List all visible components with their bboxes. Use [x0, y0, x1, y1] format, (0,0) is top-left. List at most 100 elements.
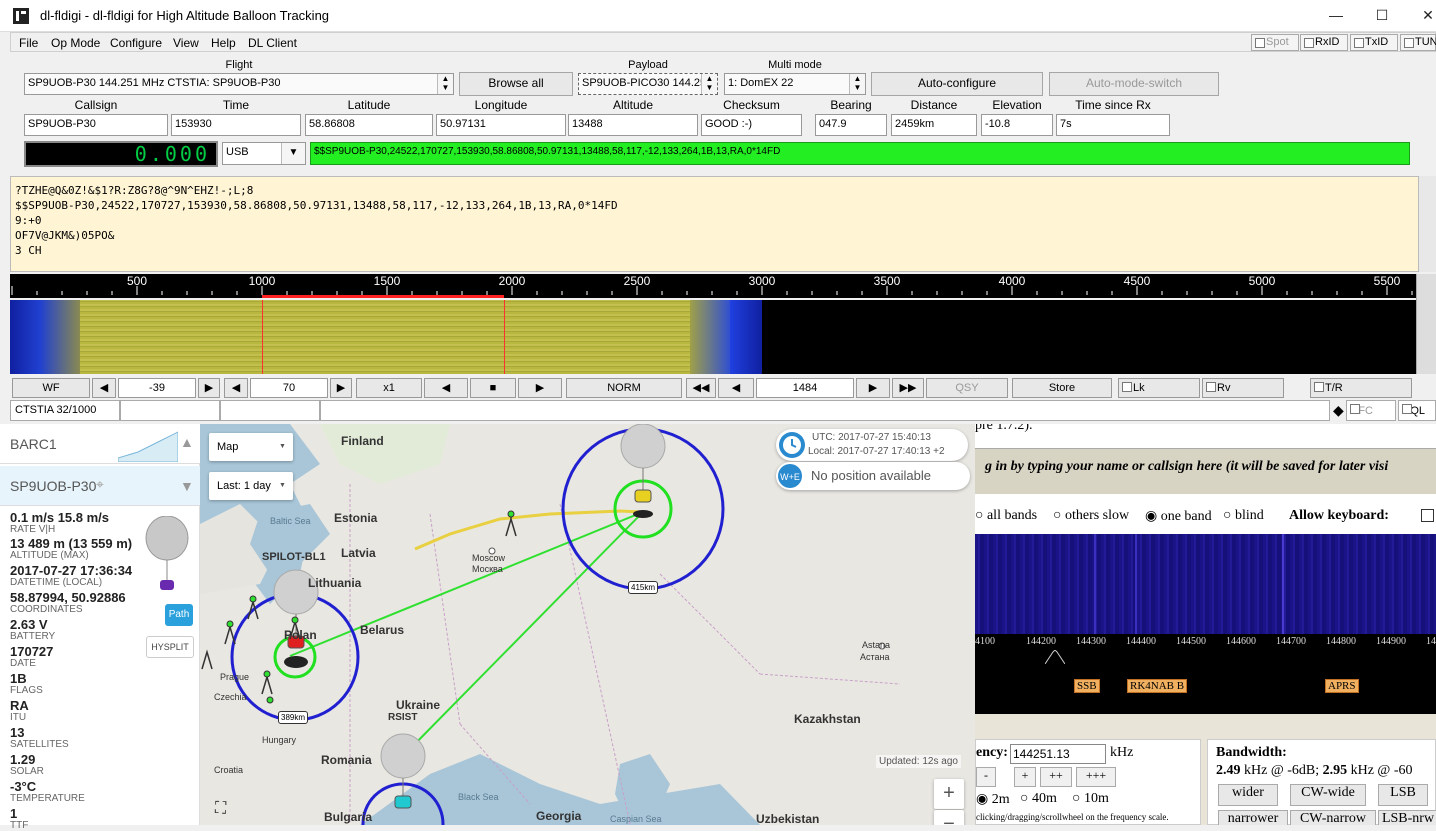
ampl-span-field[interactable]: 70	[250, 378, 328, 398]
tr-toggle[interactable]: T/R	[1310, 378, 1412, 398]
rxid-toggle[interactable]: RxID	[1300, 34, 1348, 51]
band-2m[interactable]: ◉ 2m	[976, 791, 1010, 808]
afc-toggle[interactable]: AFC	[1346, 400, 1396, 421]
wf-mode-button[interactable]: WF	[12, 378, 90, 398]
longitude-field[interactable]: 50.97131	[436, 114, 566, 136]
frequency-scale[interactable]: 500 1000 1500 2000 2500 3000 3500 4000 4500 5000 5…	[10, 274, 1416, 298]
spot-toggle[interactable]: Spot	[1251, 34, 1299, 51]
carrier-down-button[interactable]: ◀	[718, 378, 754, 398]
menu-file[interactable]: File	[19, 36, 38, 50]
callsign-field[interactable]: SP9UOB-P30	[24, 114, 168, 136]
bearing-field[interactable]: 047.9	[815, 114, 887, 136]
wf-speed-button[interactable]: NORM	[566, 378, 682, 398]
flight-select[interactable]: SP9UOB-P30 144.251 MHz CTSTIA: SP9UOB-P3…	[24, 73, 454, 95]
ampl-down-button[interactable]: ◀	[224, 378, 248, 398]
opt-all-bands[interactable]: ○ all bands	[975, 508, 1037, 524]
reverse-toggle[interactable]: Rv	[1202, 378, 1284, 398]
mode-select[interactable]: USB ▼	[222, 142, 306, 165]
opt-others-slow[interactable]: ○ others slow	[1053, 508, 1129, 524]
vehicle-item-barc1[interactable]: BARC1 ▲	[0, 424, 200, 464]
zoom-button[interactable]: x1	[356, 378, 422, 398]
fast-right-button[interactable]: ▶▶	[892, 378, 924, 398]
wf-side-scrollbar[interactable]	[1416, 274, 1436, 374]
map-label-latvia: Latvia	[341, 546, 376, 560]
cw-wide-button[interactable]: CW-wide	[1290, 784, 1366, 806]
narrower-button[interactable]: narrower	[1218, 810, 1288, 825]
waterfall[interactable]	[10, 300, 1416, 374]
band-40m[interactable]: ○ 40m	[1020, 791, 1057, 807]
fast-left-button[interactable]: ◀◀	[686, 378, 716, 398]
step-plusplus-button[interactable]: ++	[1040, 767, 1072, 787]
checksum-field[interactable]: GOOD :-)	[701, 114, 802, 136]
slower-button[interactable]: ◀	[424, 378, 468, 398]
latitude-field[interactable]: 58.86808	[305, 114, 433, 136]
map-type-select[interactable]: Map ▼	[209, 433, 293, 461]
rx-text-area[interactable]: ?TZHE@Q&0Z!&$1?R:Z8G?8@^9N^EHZ!-;L;8 $$S…	[10, 176, 1436, 272]
menu-configure[interactable]: Configure	[110, 36, 162, 50]
lock-toggle[interactable]: Lk	[1118, 378, 1200, 398]
time-since-rx-field[interactable]: 7s	[1056, 114, 1170, 136]
websdr-scale[interactable]: 4100 144200 144300 144400 144500 144600 144700…	[975, 634, 1436, 714]
auto-mode-switch-button[interactable]: Auto-mode-switch	[1049, 72, 1219, 96]
tune-toggle[interactable]: TUNE	[1400, 34, 1436, 51]
target-icon[interactable]: ⌖	[96, 476, 104, 493]
minimize-button[interactable]: —	[1313, 0, 1359, 32]
hysplit-button[interactable]: HYSPLIT	[146, 636, 194, 658]
carrier-field[interactable]: 1484	[756, 378, 854, 398]
zoom-out-button[interactable]: −	[934, 810, 964, 825]
step-plus-button[interactable]: +	[1014, 767, 1036, 787]
distance-field[interactable]: 2459km	[891, 114, 977, 136]
frequency-display[interactable]: 0.000	[24, 141, 218, 167]
websdr-waterfall[interactable]	[975, 534, 1436, 638]
step-plusplusplus-button[interactable]: +++	[1076, 767, 1116, 787]
altitude-field[interactable]: 13488	[568, 114, 698, 136]
carrier-up-button[interactable]: ▶	[856, 378, 890, 398]
lsb-narrow-button[interactable]: LSB-nrw	[1378, 810, 1436, 825]
opt-blind[interactable]: ○ blind	[1223, 508, 1264, 524]
ampl-up-button[interactable]: ▶	[330, 378, 352, 398]
step-minus-button[interactable]: -	[976, 767, 996, 787]
label-ssb[interactable]: SSB	[1074, 679, 1100, 693]
pause-button[interactable]: ■	[470, 378, 516, 398]
fullscreen-icon[interactable]: ⛶	[215, 800, 235, 820]
ref-up-button[interactable]: ▶	[198, 378, 220, 398]
ref-level-field[interactable]: -39	[118, 378, 196, 398]
menu-help[interactable]: Help	[211, 36, 236, 50]
chevron-up-icon[interactable]: ▲	[180, 434, 194, 450]
map-view[interactable]: Finland Estonia Latvia Lithuania Polan B…	[200, 424, 975, 825]
faster-button[interactable]: ▶	[518, 378, 562, 398]
period-select[interactable]: Last: 1 day ▼	[209, 472, 293, 500]
txid-toggle[interactable]: TxID	[1350, 34, 1398, 51]
maximize-button[interactable]: ☐	[1359, 0, 1405, 32]
qsy-button[interactable]: QSY	[926, 378, 1008, 398]
vehicle-item-sp9uob-p30[interactable]: SP9UOB-P30 ⌖ ▼	[0, 466, 200, 506]
opt-one-band[interactable]: ◉ one band	[1145, 508, 1212, 525]
store-button[interactable]: Store	[1012, 378, 1112, 398]
band-10m[interactable]: ○ 10m	[1072, 791, 1109, 807]
cw-narrow-button[interactable]: CW-narrow	[1290, 810, 1376, 825]
payload-select[interactable]: SP9UOB-PICO30 144.25 ▲ ▼	[578, 73, 718, 95]
frequency-input[interactable]: 144251.13	[1010, 744, 1106, 764]
ref-down-button[interactable]: ◀	[92, 378, 116, 398]
elevation-field[interactable]: -10.8	[981, 114, 1053, 136]
auto-configure-button[interactable]: Auto-configure	[871, 72, 1043, 96]
path-button[interactable]: Path	[165, 604, 193, 626]
multimode-select[interactable]: 1: DomEX 22 ▲ ▼	[724, 73, 866, 95]
wider-button[interactable]: wider	[1218, 784, 1278, 806]
flight-label: Flight	[225, 59, 253, 71]
sql-toggle[interactable]: SQL	[1398, 400, 1436, 421]
opt-label: all bands	[986, 508, 1038, 523]
menu-view[interactable]: View	[173, 36, 199, 50]
allow-keyboard-checkbox[interactable]	[1421, 509, 1434, 522]
rx-scrollbar[interactable]	[1418, 176, 1436, 272]
chevron-down-icon[interactable]: ▼	[180, 478, 194, 494]
menu-op-mode[interactable]: Op Mode	[51, 36, 100, 50]
menu-dl-client[interactable]: DL Client	[248, 36, 297, 50]
label-rk4nab[interactable]: RK4NAB B	[1127, 679, 1188, 693]
lsb-button[interactable]: LSB	[1378, 784, 1428, 806]
zoom-in-button[interactable]: +	[934, 779, 964, 809]
time-field[interactable]: 153930	[171, 114, 301, 136]
close-button[interactable]: ✕	[1405, 0, 1436, 32]
label-aprs[interactable]: APRS	[1325, 679, 1359, 693]
browse-all-button[interactable]: Browse all	[459, 72, 573, 96]
